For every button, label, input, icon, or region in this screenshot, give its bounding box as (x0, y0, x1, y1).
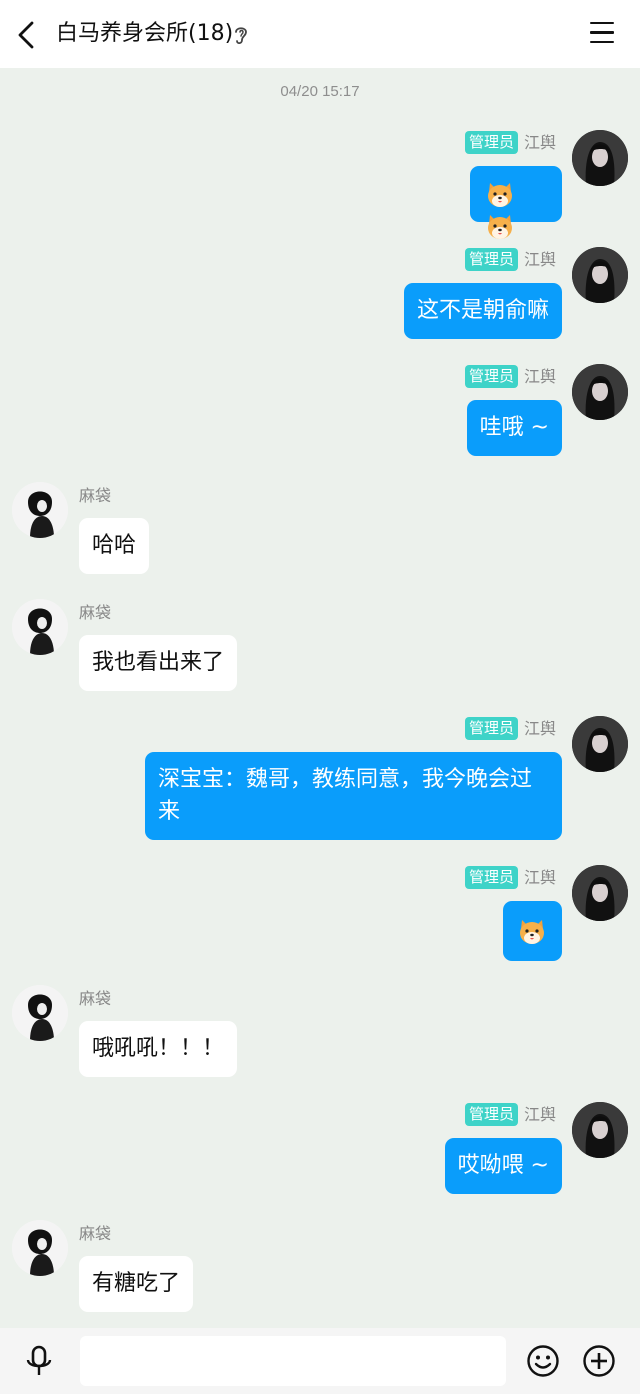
message-bubble[interactable]: 哇哦 ~ (466, 400, 562, 456)
sender-name: 江舆 (523, 867, 556, 887)
sender-name: 江舆 (523, 249, 556, 269)
admin-badge: 管理员 (464, 1103, 518, 1126)
back-arrow-icon[interactable] (14, 20, 40, 50)
ear-icon[interactable] (232, 24, 250, 46)
admin-badge: 管理员 (464, 131, 518, 154)
input-bar (0, 1328, 640, 1394)
chat-title[interactable]: 白马养身会所(18) (56, 18, 233, 50)
message-bubble[interactable] (503, 901, 562, 961)
avatar[interactable] (12, 985, 68, 1041)
avatar[interactable] (572, 865, 628, 921)
message-bubble[interactable]: 哎呦喂 ~ (444, 1138, 562, 1194)
sender-name: 麻袋 (79, 989, 112, 1008)
avatar[interactable] (572, 130, 628, 186)
sender-name: 麻袋 (79, 1224, 112, 1243)
avatar[interactable] (12, 1220, 68, 1276)
sender-name: 江舆 (523, 366, 556, 386)
shiba-dog-emoji-icon (488, 183, 512, 207)
admin-badge: 管理员 (464, 365, 518, 388)
admin-badge: 管理员 (464, 717, 518, 740)
avatar[interactable] (12, 482, 68, 538)
sender-name: 江舆 (523, 718, 556, 738)
title-bar: 白马养身会所(18) (0, 0, 640, 68)
sender-name: 江舆 (523, 1104, 556, 1124)
admin-badge: 管理员 (464, 248, 518, 271)
avatar[interactable] (572, 716, 628, 772)
menu-icon[interactable] (590, 22, 614, 44)
shiba-dog-emoji-icon (488, 215, 512, 239)
sender-name: 麻袋 (79, 486, 112, 505)
avatar[interactable] (572, 1102, 628, 1158)
message-bubble[interactable] (470, 166, 562, 239)
admin-badge: 管理员 (464, 866, 518, 889)
message-bubble[interactable]: 深宝宝：魏哥，教练同意，我今晚会过来 (145, 752, 562, 840)
message-bubble[interactable]: 哈哈 (79, 518, 150, 574)
message-bubble[interactable]: 这不是朝俞嘛 (403, 283, 562, 339)
message-bubble[interactable]: 哦吼吼！！！ (79, 1021, 238, 1077)
emoji-icon[interactable] (526, 1344, 560, 1378)
sender-name: 江舆 (523, 132, 556, 152)
timestamp: 04/20 15:17 (280, 83, 360, 100)
microphone-icon[interactable] (22, 1344, 56, 1378)
avatar[interactable] (572, 364, 628, 420)
shiba-dog-emoji-icon (520, 920, 544, 944)
message-bubble[interactable]: 我也看出来了 (79, 635, 238, 691)
sender-name: 麻袋 (79, 603, 112, 622)
avatar[interactable] (12, 599, 68, 655)
avatar[interactable] (572, 247, 628, 303)
plus-icon[interactable] (582, 1344, 616, 1378)
message-bubble[interactable]: 有糖吃了 (79, 1256, 194, 1312)
message-input[interactable] (80, 1336, 506, 1386)
